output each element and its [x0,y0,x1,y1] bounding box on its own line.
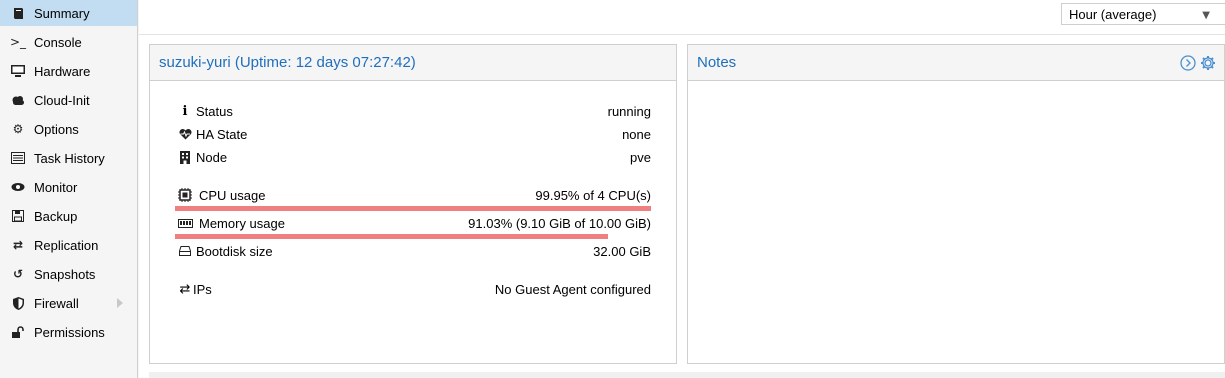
notes-content[interactable] [688,81,1224,363]
notes-tools [1180,55,1216,74]
floppy-icon [10,208,26,224]
cloud-icon [10,92,26,108]
sidebar-item-label: Firewall [34,295,79,311]
memory-icon [177,216,193,230]
sidebar-item-cloud-init[interactable]: Cloud-Init [0,87,137,113]
book-icon [10,5,26,21]
memory-usage-bar [175,234,651,239]
memory-usage-fill [175,234,608,239]
ha-state-row: HA State none [177,125,651,145]
chevron-right-circle-icon[interactable] [1180,55,1196,74]
chevron-down-icon[interactable]: ▼ [1202,10,1210,21]
sidebar-item-task-history[interactable]: Task History [0,145,137,171]
cpu-value: 99.95% of 4 CPU(s) [535,188,651,203]
sidebar-item-label: Replication [34,237,99,253]
heartbeat-icon [177,127,193,141]
eye-icon [10,179,26,195]
toolbar: Hour (average) ▼ [139,0,1225,35]
node-value: pve [630,150,651,165]
exchange-icon: ⇄ [179,281,191,297]
info-icon: i [182,103,188,119]
cpu-usage-fill [175,206,651,211]
timeframe-select[interactable]: Hour (average) ▼ [1061,3,1225,25]
cpu-label: CPU usage [199,188,266,203]
list-icon [10,150,26,166]
sidebar-item-options[interactable]: ⚙ Options [0,116,137,142]
bootdisk-value: 32.00 GiB [593,244,651,259]
next-panel-edge [149,372,1225,378]
main-content: Hour (average) ▼ suzuki-yuri (Uptime: 12… [139,0,1225,378]
sidebar-item-label: Snapshots [34,266,96,282]
ips-value: No Guest Agent configured [494,282,651,297]
sidebar-item-snapshots[interactable]: ↺ Snapshots [0,261,137,287]
timeframe-value: Hour (average) [1069,7,1157,22]
retweet-icon: ⇄ [12,238,24,252]
sidebar-item-label: Monitor [34,179,78,195]
sidebar-item-permissions[interactable]: Permissions [0,319,137,345]
terminal-icon: >_ [9,35,27,49]
sidebar-item-summary[interactable]: Summary [0,0,137,26]
sidebar-item-backup[interactable]: Backup [0,203,137,229]
sidebar-item-label: Cloud-Init [34,92,90,108]
notes-panel: Notes [687,44,1225,364]
memory-row: Memory usage 91.03% (9.10 GiB of 10.00 G… [177,214,651,234]
sidebar-item-label: Options [34,121,79,137]
gear-icon[interactable] [1200,55,1216,74]
building-icon [177,150,193,164]
memory-label: Memory usage [199,216,285,231]
sidebar-item-monitor[interactable]: Monitor [0,174,137,200]
cpu-usage-bar [175,206,651,211]
shield-icon [10,295,26,311]
status-row: i Status running [177,102,651,122]
notes-panel-header: Notes [688,45,1224,81]
history-icon: ↺ [12,267,24,281]
cpu-icon [177,188,193,202]
node-label: Node [196,150,228,165]
ips-row: ⇄ IPs No Guest Agent configured [177,280,651,300]
ha-state-label: HA State [196,127,248,142]
sidebar-item-replication[interactable]: ⇄ Replication [0,232,137,258]
sidebar-item-firewall[interactable]: Firewall [0,290,137,316]
unlock-icon [10,324,26,340]
status-value: running [607,104,651,119]
sidebar-item-label: Summary [34,5,90,21]
sidebar-item-label: Hardware [34,63,91,79]
ha-state-value: none [622,127,651,142]
sidebar-nav: Summary >_ Console Hardware Cloud-Init ⚙… [0,0,138,378]
sidebar-item-console[interactable]: >_ Console [0,29,137,55]
sidebar-item-hardware[interactable]: Hardware [0,58,137,84]
sidebar-item-label: Console [34,34,82,50]
sidebar-item-label: Backup [34,208,78,224]
notes-title: Notes [697,54,737,71]
submenu-arrow-icon[interactable] [117,298,123,308]
node-row: Node pve [177,148,651,168]
ips-label: IPs [193,282,212,297]
bootdisk-row: Bootdisk size 32.00 GiB [177,242,651,262]
hdd-icon [177,244,193,258]
desktop-icon [10,63,26,79]
gear-icon: ⚙ [12,122,24,136]
cpu-row: CPU usage 99.95% of 4 CPU(s) [177,186,651,206]
sidebar-item-label: Permissions [34,324,105,340]
guest-title: suzuki-yuri (Uptime: 12 days 07:27:42) [159,54,416,71]
bootdisk-label: Bootdisk size [196,244,273,259]
sidebar-item-label: Task History [34,150,105,166]
status-panel-header: suzuki-yuri (Uptime: 12 days 07:27:42) [150,45,676,81]
status-label: Status [196,104,233,119]
status-panel: suzuki-yuri (Uptime: 12 days 07:27:42) i… [149,44,677,364]
memory-value: 91.03% (9.10 GiB of 10.00 GiB) [468,216,651,231]
